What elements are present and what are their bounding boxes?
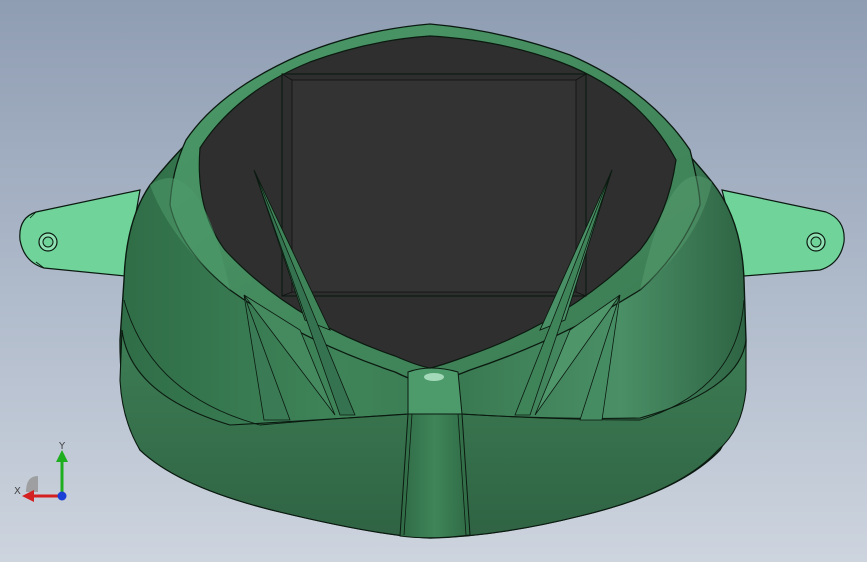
helmet-shell — [119, 23, 747, 539]
left-mount-tab — [19, 189, 141, 277]
y-axis-label: Y — [58, 441, 66, 452]
axis-triad: Y X — [14, 441, 68, 502]
3d-viewport[interactable] — [0, 0, 867, 562]
x-axis-label: X — [14, 486, 21, 497]
z-axis-dot — [57, 491, 67, 501]
triad-plane-icon — [26, 476, 38, 492]
